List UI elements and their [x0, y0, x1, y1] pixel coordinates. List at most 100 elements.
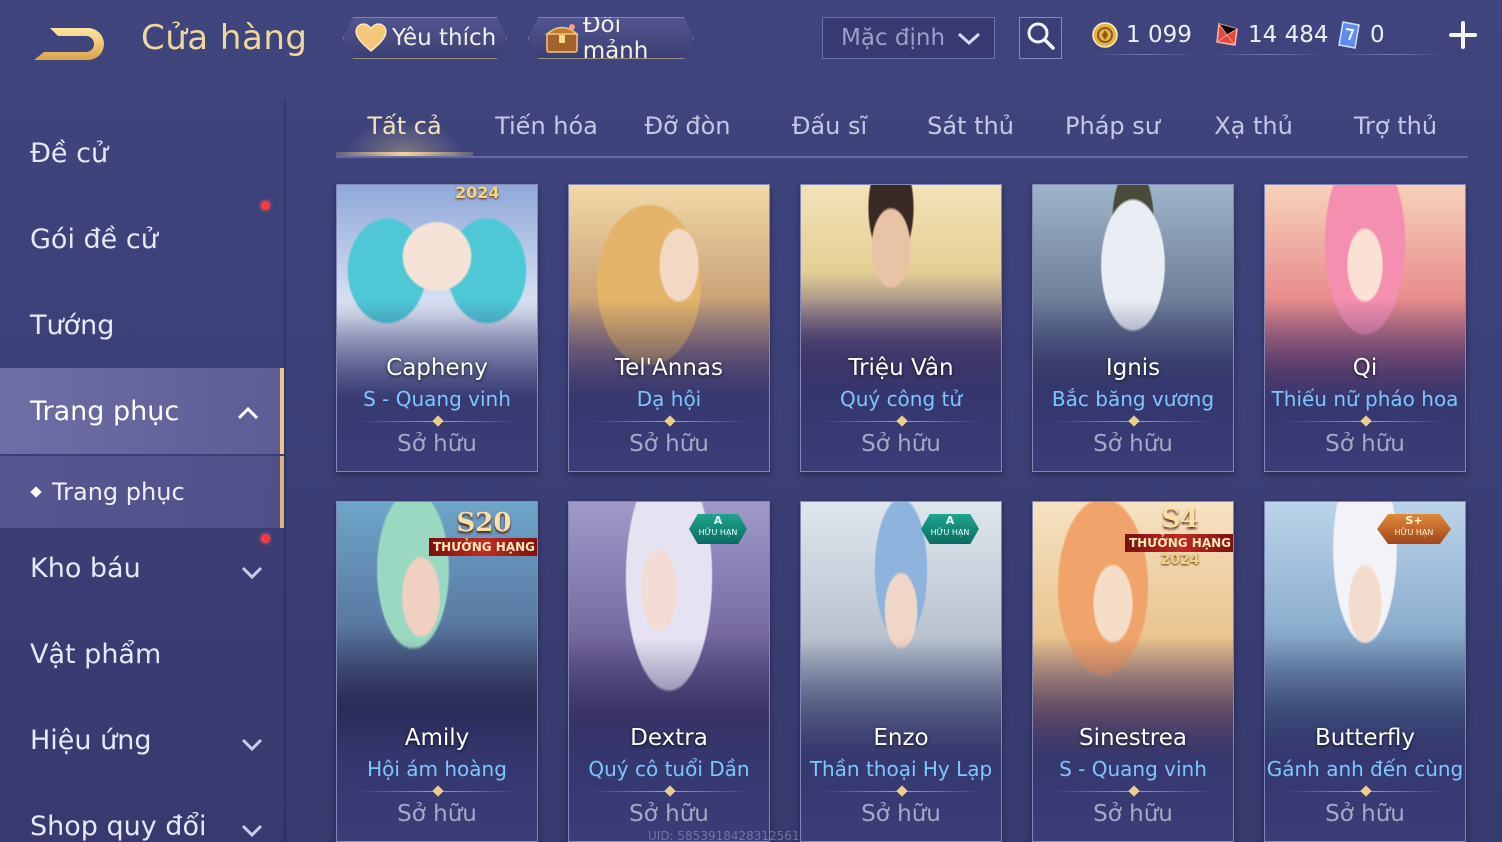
badge-subtitle: THƯỞNG HẠNG: [429, 538, 537, 556]
hero-name: Capheny: [386, 355, 488, 381]
sidebar-item-recommended-bundles[interactable]: Gói đề cử: [0, 196, 284, 282]
sidebar-item-label: Kho báu: [30, 552, 141, 584]
chevron-up-icon: [236, 398, 260, 429]
tab-mage[interactable]: Pháp sư: [1044, 112, 1181, 152]
tab-fighter[interactable]: Đấu sĩ: [761, 112, 898, 152]
limited-badge: A HỮU HẠN: [689, 514, 747, 544]
search-button[interactable]: [1019, 17, 1062, 59]
chest-icon: [543, 20, 581, 56]
limited-badge: A HỮU HẠN: [921, 514, 979, 544]
tab-marksman[interactable]: Xạ thủ: [1185, 112, 1322, 152]
ticket-icon: [1334, 20, 1364, 50]
sidebar-item-label: Gói đề cử: [30, 223, 158, 255]
hero-name: Qi: [1352, 355, 1378, 381]
sidebar-item-recommended[interactable]: Đề cử: [0, 110, 284, 196]
currency-divider: [1334, 54, 1444, 55]
coin-balance: 1 099: [1090, 17, 1192, 53]
year-badge: 2024: [455, 184, 500, 202]
badge-year: 2024: [1160, 552, 1200, 568]
chevron-down-icon: [240, 815, 264, 842]
active-tab-underline: [336, 152, 473, 156]
search-icon: [1025, 20, 1057, 56]
sidebar-item-treasure[interactable]: Kho báu: [0, 525, 284, 611]
chevron-down-icon: [240, 729, 264, 760]
rank-reward-badge: S4 THƯỞNG HẠNG 2024: [1125, 504, 1233, 568]
skin-card[interactable]: S20 THƯỞNG HẠNG Amily Hội ám hoàng Sở hữ…: [336, 501, 538, 842]
chevron-down-icon: [240, 557, 264, 588]
hero-name: Triệu Vân: [848, 355, 954, 381]
currency-divider: [1212, 54, 1324, 55]
favorites-button[interactable]: Yêu thích: [343, 17, 507, 59]
sidebar-item-skins[interactable]: Trang phục: [0, 368, 284, 454]
rank-reward-badge: S20 THƯỞNG HẠNG: [429, 508, 537, 556]
sort-value: Mặc định: [841, 25, 946, 51]
limited-badge: S+ HỮU HẠN: [1377, 514, 1451, 544]
sidebar-subitem-skins[interactable]: Trang phục: [0, 456, 284, 528]
card-shade: [569, 185, 769, 471]
owned-status: Sở hữu: [629, 431, 709, 457]
tab-support[interactable]: Trợ thủ: [1327, 112, 1464, 152]
sidebar-divider: [284, 100, 286, 842]
sort-dropdown[interactable]: Mặc định: [822, 17, 995, 59]
skin-name: Bắc băng vương: [1051, 387, 1215, 411]
owned-status: Sở hữu: [861, 801, 941, 827]
badge-subtitle: THƯỞNG HẠNG: [1125, 534, 1233, 552]
owned-status: Sở hữu: [1325, 431, 1405, 457]
skin-name: Dạ hội: [636, 387, 702, 411]
exchange-fragments-label: Đổi mảnh: [582, 12, 649, 64]
category-tabs: Tất cả Tiến hóa Đỡ đòn Đấu sĩ Sát thủ Ph…: [336, 100, 1468, 158]
exchange-fragments-button[interactable]: Đổi mảnh: [528, 17, 694, 59]
skin-name: S - Quang vinh: [363, 387, 511, 411]
plus-icon: [1449, 21, 1477, 49]
sidebar-item-effects[interactable]: Hiệu ứng: [0, 697, 284, 783]
back-button[interactable]: [28, 22, 110, 66]
card-shade: [337, 185, 537, 471]
sidebar-subitem-label: Trang phục: [52, 478, 185, 506]
tab-evolution[interactable]: Tiến hóa: [478, 112, 615, 152]
sidebar-item-heroes[interactable]: Tướng: [0, 282, 284, 368]
badge-title: A: [713, 514, 723, 527]
owned-status: Sở hữu: [1093, 801, 1173, 827]
skin-card[interactable]: 2024 Capheny S - Quang vinh Sở hữu: [336, 184, 538, 472]
owned-status: Sở hữu: [397, 431, 477, 457]
owned-status: Sở hữu: [1325, 801, 1405, 827]
card-shade: [1033, 185, 1233, 471]
coin-icon: [1090, 20, 1120, 50]
badge-title: S4: [1161, 504, 1199, 534]
back-arrow-icon: [34, 28, 104, 60]
skin-card[interactable]: S4 THƯỞNG HẠNG 2024 Sinestrea S - Quang …: [1032, 501, 1234, 842]
coin-value: 1 099: [1126, 22, 1192, 48]
ticket-value: 0: [1370, 22, 1385, 48]
tab-assassin[interactable]: Sát thủ: [902, 112, 1039, 152]
hero-name: Dextra: [630, 725, 708, 751]
diamond-bullet-icon: [30, 486, 42, 498]
heart-icon: [352, 20, 390, 56]
tab-tank[interactable]: Đỡ đòn: [619, 112, 756, 152]
add-currency-button[interactable]: [1446, 18, 1480, 52]
top-bar: Cửa hàng Yêu thích Đổi mảnh Mặc định 1 0…: [0, 0, 1502, 82]
card-shade: [1265, 185, 1465, 471]
skin-card[interactable]: A HỮU HẠN Enzo Thần thoại Hy Lạp Sở hữu: [800, 501, 1002, 842]
skin-card[interactable]: Ignis Bắc băng vương Sở hữu: [1032, 184, 1234, 472]
favorites-label: Yêu thích: [392, 25, 497, 51]
user-id: UID: 5853918428312561: [648, 829, 800, 842]
sidebar-item-label: Vật phẩm: [30, 638, 162, 670]
currency-divider: [1090, 54, 1200, 55]
sidebar-item-exchange-shop[interactable]: Shop quy đổi: [0, 783, 284, 842]
badge-subtitle: HỮU HẠN: [930, 528, 970, 537]
owned-status: Sở hữu: [629, 801, 709, 827]
ticket-balance: 0: [1334, 17, 1385, 53]
sidebar-item-label: Hiệu ứng: [30, 724, 152, 756]
gem-value: 14 484: [1248, 22, 1329, 48]
skin-card[interactable]: A HỮU HẠN Dextra Quý cô tuổi Dần Sở hữu: [568, 501, 770, 842]
skin-card[interactable]: Tel'Annas Dạ hội Sở hữu: [568, 184, 770, 472]
sidebar-item-label: Shop quy đổi: [30, 810, 207, 842]
gem-balance: 14 484: [1212, 17, 1328, 53]
skin-card[interactable]: S+ HỮU HẠN Butterfly Gánh anh đến cùng S…: [1264, 501, 1466, 842]
badge-subtitle: HỮU HẠN: [698, 528, 738, 537]
badge-subtitle: HỮU HẠN: [1394, 528, 1434, 537]
skin-card[interactable]: Qi Thiếu nữ pháo hoa Sở hữu: [1264, 184, 1466, 472]
skin-card[interactable]: Triệu Vân Quý công tử Sở hữu: [800, 184, 1002, 472]
tab-all[interactable]: Tất cả: [336, 112, 473, 152]
sidebar-item-items[interactable]: Vật phẩm: [0, 611, 284, 697]
